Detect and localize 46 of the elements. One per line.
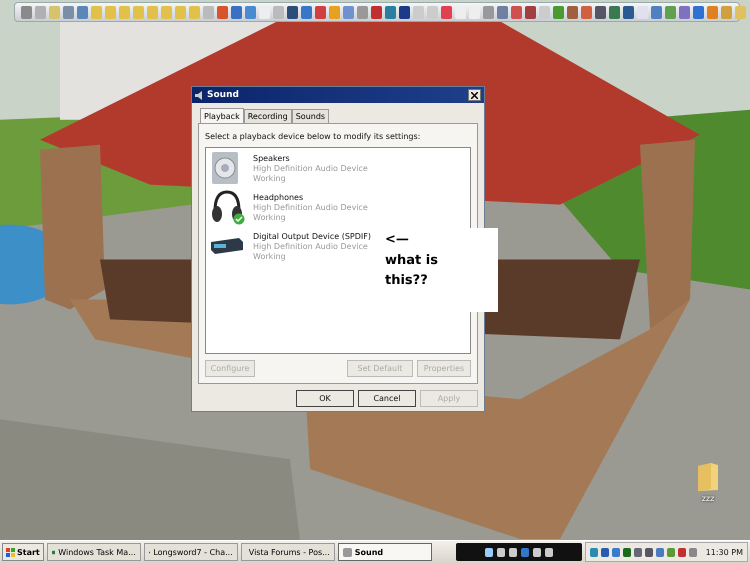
app-icon[interactable] [525, 6, 536, 18]
device-driver: High Definition Audio Device [253, 242, 369, 252]
app-icon[interactable] [693, 6, 704, 18]
clock: 11:30 PM [706, 548, 743, 556]
app-icon[interactable] [301, 6, 312, 18]
taskbar-button[interactable]: Sound [338, 543, 432, 561]
device-name: Digital Output Device (SPDIF) [253, 232, 371, 242]
dialog-button[interactable]: OK [296, 390, 354, 407]
device-name: Headphones [253, 193, 304, 203]
window-title: Sound [207, 90, 240, 100]
device-status: Working [253, 213, 287, 223]
app-icon[interactable] [623, 6, 634, 18]
app-icon [342, 548, 352, 556]
instruction-text: Select a playback device below to modify its settings: [205, 132, 422, 141]
device-name: Speakers [253, 154, 291, 164]
app-icon[interactable] [287, 6, 298, 18]
taskbar-button[interactable]: Vista Forums - Pos... [240, 543, 335, 561]
folder-icon[interactable] [697, 462, 719, 492]
app-icon[interactable] [315, 6, 326, 18]
app-icon[interactable] [595, 6, 606, 18]
close-button[interactable] [468, 89, 481, 101]
app-icon[interactable] [371, 6, 382, 18]
windows-flag-icon [6, 548, 15, 556]
app-icon[interactable] [231, 6, 242, 18]
tab[interactable]: Sounds [292, 109, 330, 123]
tab[interactable]: Recording [244, 109, 292, 123]
annotation-arrow: <— [385, 232, 410, 247]
device-status: Working [253, 252, 287, 262]
device-status: Working [253, 174, 287, 184]
tab[interactable]: Playback [200, 108, 244, 124]
speaker-icon [212, 152, 238, 184]
taskbar-button[interactable]: Longsword7 - Cha... [144, 543, 238, 561]
device-driver: High Definition Audio Device [253, 164, 368, 174]
app-icon[interactable] [567, 6, 578, 18]
receiver-icon [211, 238, 243, 254]
close-icon [471, 92, 478, 98]
device-driver: High Definition Audio Device [253, 203, 368, 213]
start-button[interactable]: Start [2, 543, 44, 561]
dialog-button[interactable]: Cancel [358, 390, 416, 407]
folder-label: zzz [702, 494, 714, 503]
speaker-icon [195, 90, 203, 100]
app-icon[interactable] [609, 6, 620, 18]
app-icon[interactable] [399, 6, 410, 18]
annotation-text: what is this?? [385, 252, 439, 290]
app-icon[interactable] [385, 6, 396, 18]
taskbar-button[interactable]: Windows Task Ma... [46, 543, 141, 561]
